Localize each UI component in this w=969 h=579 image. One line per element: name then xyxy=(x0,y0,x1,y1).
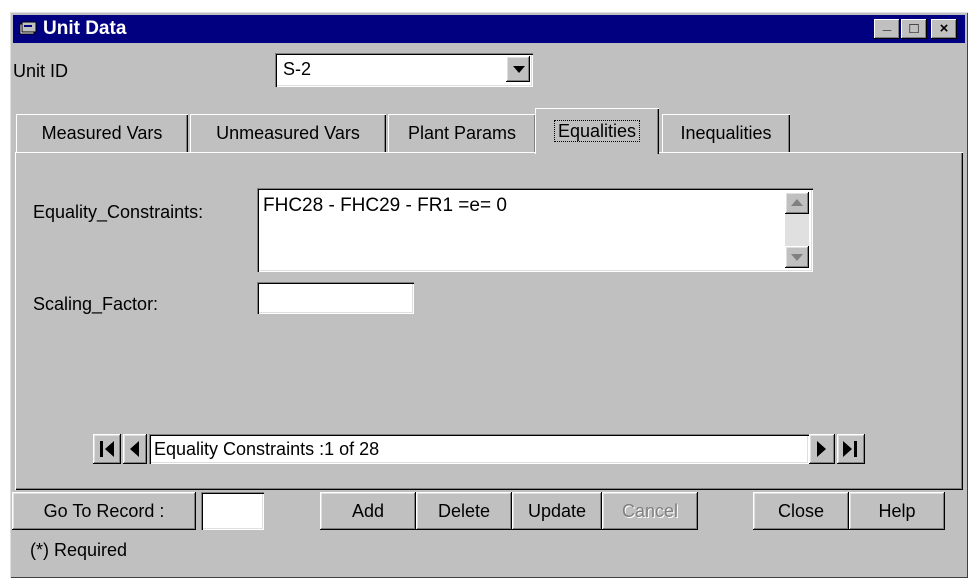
maximize-button[interactable]: □ xyxy=(901,19,927,39)
maximize-icon: □ xyxy=(909,20,919,37)
tab-equalities[interactable]: Equalities xyxy=(535,108,659,154)
tab-label: Unmeasured Vars xyxy=(216,123,360,143)
unit-id-label: Unit ID xyxy=(13,61,69,81)
close-icon: × xyxy=(939,20,949,37)
unit-id-combobox[interactable]: S-2 xyxy=(275,53,533,87)
window-title: Unit Data xyxy=(43,18,127,39)
close-button[interactable]: Close xyxy=(753,492,849,530)
tab-plant-params[interactable]: Plant Params xyxy=(388,114,536,152)
equality-constraints-label: Equality_Constraints: xyxy=(33,202,204,222)
scroll-down-button[interactable] xyxy=(785,246,809,268)
delete-button[interactable]: Delete xyxy=(416,492,512,530)
go-to-record-button[interactable]: Go To Record : xyxy=(12,492,196,530)
unit-id-dropdown-button[interactable] xyxy=(506,56,530,82)
scroll-up-button[interactable] xyxy=(785,192,809,214)
next-record-icon xyxy=(817,441,826,457)
unit-id-value: S-2 xyxy=(283,59,312,79)
go-to-record-input[interactable] xyxy=(201,492,264,530)
last-record-icon xyxy=(854,441,857,457)
required-note: (*) Required xyxy=(30,540,128,560)
first-record-arrow xyxy=(105,441,114,457)
app-icon xyxy=(19,21,37,35)
record-caption-text: Equality Constraints :1 of 28 xyxy=(154,439,380,459)
add-button[interactable]: Add xyxy=(320,492,416,530)
arrow-down-icon xyxy=(791,254,803,261)
scaling-factor-label: Scaling_Factor: xyxy=(33,294,159,314)
next-record-button[interactable] xyxy=(809,434,835,464)
help-button[interactable]: Help xyxy=(849,492,945,530)
tab-label: Equalities xyxy=(553,120,641,142)
last-record-arrow xyxy=(843,441,852,457)
minimize-icon: _ xyxy=(882,16,892,33)
tab-label: Measured Vars xyxy=(41,123,163,143)
equality-constraints-value: FHC28 - FHC29 - FR1 =e= 0 xyxy=(263,195,507,216)
record-caption: Equality Constraints :1 of 28 xyxy=(149,434,809,464)
record-navigator: Equality Constraints :1 of 28 xyxy=(87,432,871,468)
previous-record-icon xyxy=(130,441,139,457)
first-record-button[interactable] xyxy=(93,434,121,464)
title-bar[interactable]: Unit Data _ □ × xyxy=(13,15,965,43)
arrow-up-icon xyxy=(791,199,803,206)
tab-label: Inequalities xyxy=(680,123,772,143)
tab-label: Plant Params xyxy=(407,123,517,143)
tab-unmeasured-vars[interactable]: Unmeasured Vars xyxy=(190,114,386,152)
close-window-button[interactable]: × xyxy=(931,19,957,39)
minimize-button[interactable]: _ xyxy=(874,16,900,39)
equality-constraints-textarea[interactable]: FHC28 - FHC29 - FR1 =e= 0 xyxy=(257,188,813,272)
first-record-icon xyxy=(100,441,103,457)
tab-inequalities[interactable]: Inequalities xyxy=(662,114,790,152)
update-button[interactable]: Update xyxy=(512,492,602,530)
equalities-panel: Equality_Constraints: FHC28 - FHC29 - FR… xyxy=(15,152,963,490)
previous-record-button[interactable] xyxy=(123,434,147,464)
vertical-scrollbar[interactable] xyxy=(785,192,809,268)
chevron-down-icon xyxy=(513,66,525,73)
tab-measured-vars[interactable]: Measured Vars xyxy=(16,114,188,152)
unit-data-window: Unit Data _ □ × Unit ID S-2 Measured Var… xyxy=(10,12,968,578)
cancel-button[interactable]: Cancel xyxy=(602,492,698,530)
last-record-button[interactable] xyxy=(837,434,865,464)
scaling-factor-input[interactable] xyxy=(257,282,414,314)
